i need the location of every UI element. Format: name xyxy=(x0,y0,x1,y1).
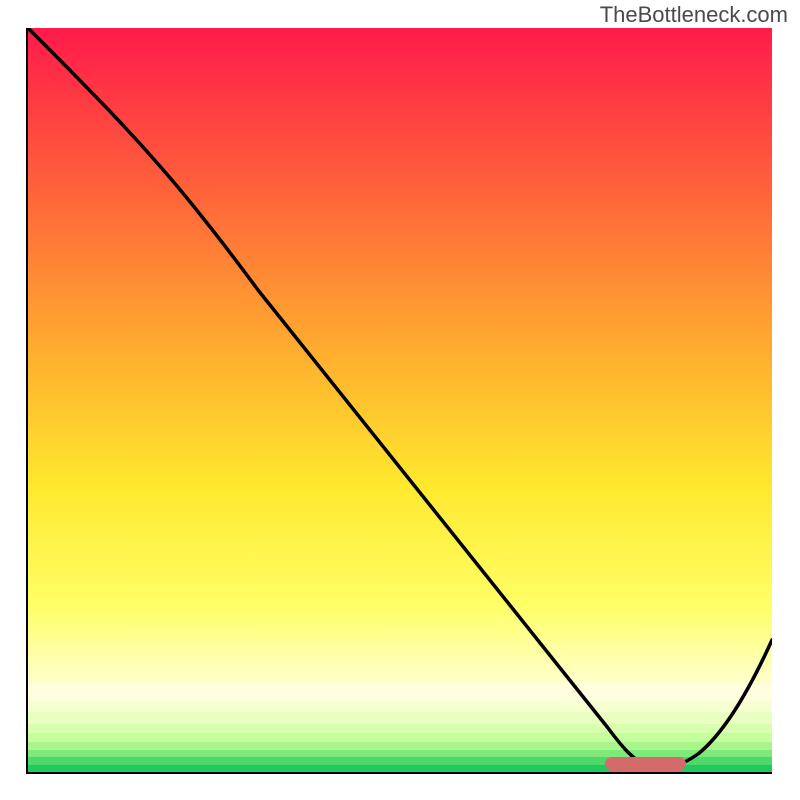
bottleneck-chart: TheBottleneck.com xyxy=(0,0,800,800)
attribution-text: TheBottleneck.com xyxy=(600,2,788,28)
minimum-marker xyxy=(605,757,687,771)
curve-path xyxy=(28,28,772,768)
x-axis xyxy=(28,772,772,774)
y-axis xyxy=(26,28,28,774)
bottleneck-curve xyxy=(28,28,772,772)
plot-area xyxy=(28,28,772,772)
